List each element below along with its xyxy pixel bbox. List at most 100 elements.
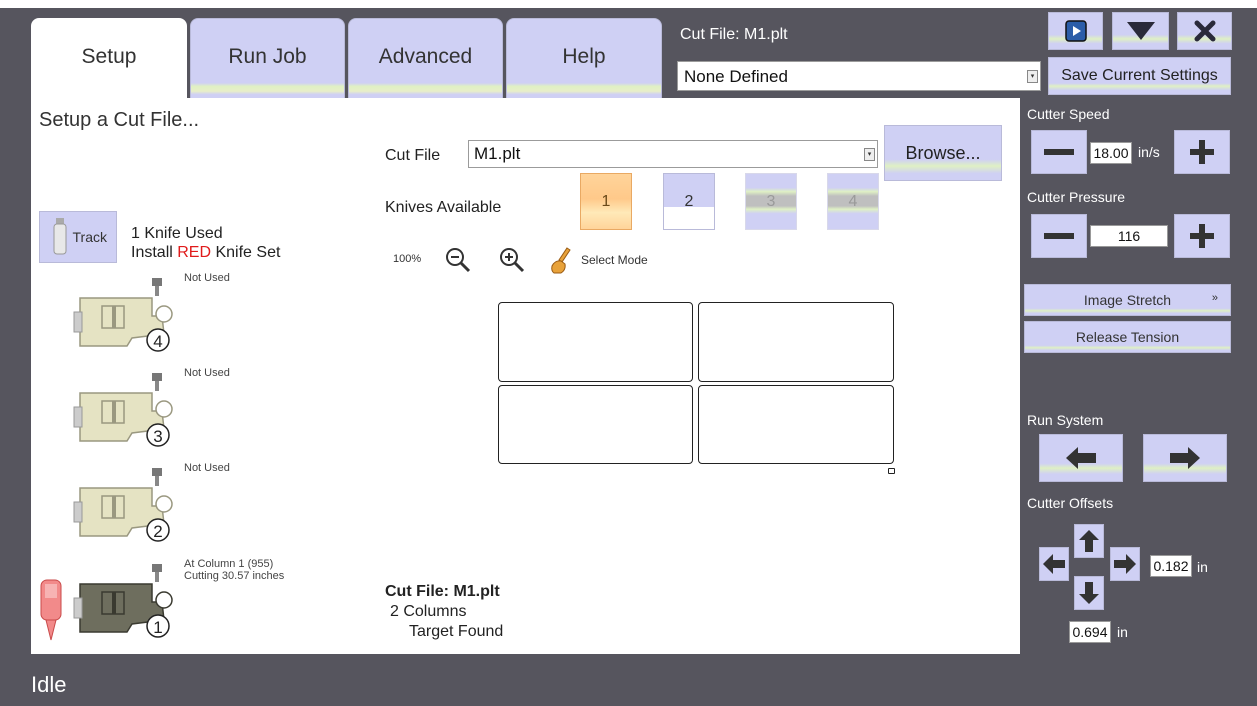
arrow-up-icon (1079, 530, 1099, 552)
knife-holder-icon: 4 (73, 278, 173, 352)
image-stretch-label: Image Stretch (1083, 292, 1172, 308)
install-suffix: Knife Set (211, 244, 281, 261)
knife-button-1-label: 1 (601, 192, 611, 210)
status-text: Idle (31, 672, 67, 697)
resize-handle[interactable] (888, 468, 895, 474)
run-right-button[interactable] (1143, 434, 1227, 482)
tab-help[interactable]: Help (506, 18, 662, 101)
chevron-down-icon[interactable]: ▾ (864, 148, 875, 161)
knife-holder-small-icon (53, 218, 67, 255)
zoom-out-icon[interactable] (444, 247, 472, 273)
cutter-pressure-value[interactable]: 116 (1090, 225, 1168, 247)
knife-holder-2: 2 (72, 466, 182, 546)
select-mode-label[interactable]: Select Mode (581, 253, 648, 267)
speed-decrease-button[interactable] (1031, 130, 1087, 174)
knife-button-3: 3 (745, 173, 797, 230)
arrow-down-icon (1079, 582, 1099, 604)
top-border (0, 0, 1257, 8)
knife-button-4-label: 4 (848, 192, 858, 210)
tab-run-job[interactable]: Run Job (190, 18, 345, 101)
tab-setup[interactable]: Setup (31, 18, 187, 101)
summary-target: Target Found (409, 623, 504, 640)
image-stretch-dropdown[interactable]: Image Stretch » (1024, 284, 1231, 316)
offset-x-value[interactable]: 0.182 (1150, 555, 1192, 577)
triangle-down-icon (1126, 22, 1155, 40)
knife-holder-status: At Column 1 (955) Cutting 30.57 inches (184, 558, 284, 582)
knife-holder-1: 1 (72, 562, 182, 642)
knife-status-line1: Not Used (184, 462, 230, 474)
knife-status-line1: Not Used (184, 272, 230, 284)
release-tension-button[interactable]: Release Tension (1024, 321, 1231, 353)
knife-holder-status: Not Used (184, 462, 230, 474)
knife-button-3-label: 3 (766, 192, 776, 210)
double-chevron-down-icon: » (1211, 292, 1218, 304)
tab-run-job-label: Run Job (228, 45, 307, 68)
cut-file-summary: Cut File: M1.plt 2 Columns Target Found (385, 582, 503, 642)
knife-holder-status: Not Used (184, 367, 230, 379)
minimize-window-button[interactable] (1112, 12, 1169, 50)
pressure-increase-button[interactable] (1174, 214, 1230, 258)
status-bar (0, 654, 1257, 706)
knife-holder-icon: 3 (73, 373, 173, 447)
run-left-button[interactable] (1039, 434, 1123, 482)
zoom-level: 100% (393, 253, 422, 265)
knife-holder-number: 2 (153, 522, 162, 541)
offset-down-button[interactable] (1074, 576, 1104, 610)
knife-install-info: 1 Knife Used Install RED Knife Set (131, 224, 280, 262)
cut-cell[interactable] (698, 385, 894, 464)
run-system-label: Run System (1027, 412, 1104, 428)
cut-cell[interactable] (698, 302, 894, 382)
offset-right-button[interactable] (1110, 547, 1140, 581)
knife-holder-status: Not Used (184, 272, 230, 284)
plus-icon (1190, 140, 1214, 164)
knife-button-4: 4 (827, 173, 879, 230)
cut-cell[interactable] (498, 302, 693, 382)
plus-icon (1190, 224, 1214, 248)
play-window-button[interactable] (1048, 12, 1103, 50)
summary-columns: 2 Columns (390, 603, 467, 620)
cutter-speed-value[interactable]: 18.00 (1090, 142, 1132, 164)
profile-select[interactable]: None Defined ▾ (677, 61, 1041, 91)
knife-button-1[interactable]: 1 (580, 173, 632, 230)
tab-advanced[interactable]: Advanced (348, 18, 503, 101)
track-button[interactable]: Track (39, 211, 117, 263)
knives-available-label: Knives Available (385, 199, 502, 216)
install-prefix: Install (131, 244, 178, 261)
offset-up-button[interactable] (1074, 524, 1104, 558)
offset-y-value[interactable]: 0.694 (1069, 621, 1111, 643)
cutter-offsets-label: Cutter Offsets (1027, 495, 1114, 511)
hand-pointer-icon[interactable] (549, 246, 575, 276)
chevron-down-icon[interactable]: ▾ (1027, 70, 1038, 83)
knife-holder-4: 4 (72, 276, 182, 356)
save-current-settings-button[interactable]: Save Current Settings (1048, 57, 1231, 95)
close-window-button[interactable] (1177, 12, 1232, 50)
summary-title: Cut File: M1.plt (385, 583, 500, 600)
play-icon (1064, 20, 1087, 42)
knife-used-text: 1 Knife Used (131, 225, 223, 242)
arrow-right-icon (1170, 447, 1200, 469)
minus-icon (1044, 149, 1074, 155)
knife-status-line2: Cutting 30.57 inches (184, 570, 285, 582)
zoom-in-icon[interactable] (498, 247, 526, 273)
save-current-settings-label: Save Current Settings (1061, 67, 1218, 84)
release-tension-label: Release Tension (1075, 329, 1180, 345)
knife-holder-icon: 2 (73, 468, 173, 542)
pressure-decrease-button[interactable] (1031, 214, 1087, 258)
knife-holder-number: 3 (153, 427, 162, 446)
tab-setup-label: Setup (81, 45, 137, 68)
offset-left-button[interactable] (1039, 547, 1069, 581)
offset-y-unit: in (1117, 624, 1128, 640)
minus-icon (1044, 233, 1074, 239)
speed-increase-button[interactable] (1174, 130, 1230, 174)
track-label: Track (72, 229, 107, 245)
cut-file-select[interactable]: M1.plt ▾ (468, 140, 878, 168)
arrow-left-icon (1043, 554, 1065, 574)
knife-status-line1: At Column 1 (955) (184, 558, 274, 570)
cut-file-label: Cut File (385, 147, 441, 164)
browse-button[interactable]: Browse... (884, 125, 1002, 181)
tab-help-label: Help (562, 45, 606, 68)
offset-x-unit: in (1197, 559, 1208, 575)
knife-button-2[interactable]: 2 (663, 173, 715, 230)
cutter-speed-label: Cutter Speed (1027, 106, 1110, 122)
cut-cell[interactable] (498, 385, 693, 464)
